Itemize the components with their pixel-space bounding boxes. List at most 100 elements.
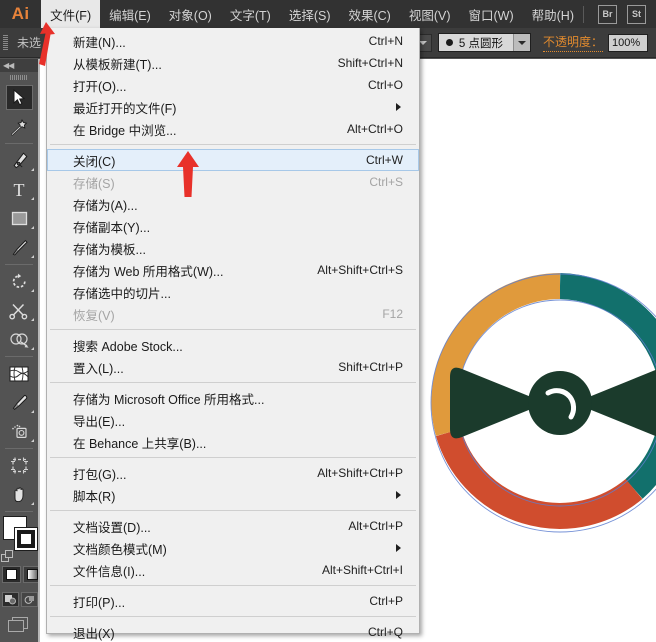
menu-object[interactable]: 对象(O) — [160, 0, 221, 28]
menu-separator — [50, 585, 416, 586]
menu-item-label: 存储(S) — [73, 176, 115, 191]
menu-item-label: 导出(E)... — [73, 414, 126, 429]
menu-bar-divider — [583, 5, 584, 23]
menu-file[interactable]: 文件(F) — [41, 0, 101, 28]
menu-item-shortcut: Ctrl+W — [366, 153, 403, 167]
menu-item-shortcut: F12 — [382, 307, 403, 321]
menu-item-export[interactable]: 导出(E)... — [47, 409, 419, 431]
screen-mode-button[interactable] — [0, 617, 38, 633]
tool-flyout-indicator — [31, 226, 34, 229]
magic-wand-tool[interactable] — [0, 112, 38, 141]
color-mode-button[interactable] — [2, 566, 21, 583]
menu-item-open-recent[interactable]: 最近打开的文件(F) — [47, 96, 419, 118]
menu-separator — [50, 382, 416, 383]
artboard-icon — [6, 453, 33, 478]
menu-window[interactable]: 窗口(W) — [460, 0, 523, 28]
rotate-tool[interactable] — [0, 267, 38, 296]
menu-effect[interactable]: 效果(C) — [339, 0, 399, 28]
stroke-swatch[interactable] — [14, 527, 38, 551]
menu-item-save-a-copy[interactable]: 存储副本(Y)... — [47, 215, 419, 237]
menu-item-save-for-web[interactable]: 存储为 Web 所用格式(W)... Alt+Shift+Ctrl+S — [47, 259, 419, 281]
swap-fill-stroke-icon[interactable] — [1, 550, 15, 564]
type-tool[interactable]: T — [0, 175, 38, 204]
menu-item-shortcut: Alt+Shift+Ctrl+S — [317, 263, 403, 277]
menu-item-file-info[interactable]: 文件信息(I)... Alt+Shift+Ctrl+I — [47, 559, 419, 581]
paintbrush-icon — [6, 235, 33, 260]
app-logo: Ai — [11, 4, 30, 23]
rectangle-tool[interactable] — [0, 204, 38, 233]
bridge-button[interactable]: Br — [598, 4, 617, 24]
file-menu-dropdown[interactable]: 新建(N)... Ctrl+N 从模板新建(T)... Shift+Ctrl+N… — [46, 28, 420, 641]
menu-item-save-selected-slices[interactable]: 存储选中的切片... — [47, 281, 419, 303]
menu-item-label: 打印(P)... — [73, 595, 126, 610]
menu-view[interactable]: 视图(V) — [400, 0, 460, 28]
artboard-tool[interactable] — [0, 451, 38, 480]
menu-item-label: 文件信息(I)... — [73, 564, 146, 579]
draw-normal-button[interactable] — [2, 592, 19, 607]
opacity-input[interactable]: 100% — [608, 33, 648, 52]
menu-select[interactable]: 选择(S) — [280, 0, 340, 28]
menu-item-new[interactable]: 新建(N)... Ctrl+N — [47, 30, 419, 52]
menu-help[interactable]: 帮助(H) — [523, 0, 583, 28]
brush-definition-dropdown[interactable]: 5 点圆形 — [437, 33, 531, 52]
stock-button[interactable]: St — [627, 4, 646, 24]
tools-panel-grip[interactable] — [0, 72, 38, 83]
selection-tool[interactable] — [0, 83, 38, 112]
menu-item-label: 存储为模板... — [73, 242, 146, 257]
menu-item-place[interactable]: 置入(L)... Shift+Ctrl+P — [47, 356, 419, 378]
shape-builder-tool[interactable] — [0, 325, 38, 354]
control-bar-grip[interactable] — [0, 28, 10, 58]
tools-panel-collapse-button[interactable]: ◀◀ — [0, 59, 38, 72]
rectangle-icon — [6, 206, 33, 231]
menu-item-browse-in-bridge[interactable]: 在 Bridge 中浏览... Alt+Ctrl+O — [47, 118, 419, 140]
menu-item-print[interactable]: 打印(P)... Ctrl+P — [47, 590, 419, 612]
menu-item-save: 存储(S) Ctrl+S — [47, 171, 419, 193]
tools-divider — [5, 143, 33, 144]
mesh-grid-icon — [6, 361, 33, 386]
menu-item-open[interactable]: 打开(O)... Ctrl+O — [47, 74, 419, 96]
mesh-tool[interactable] — [0, 359, 38, 388]
menu-item-close[interactable]: 关闭(C) Ctrl+W — [47, 149, 419, 171]
hand-tool[interactable] — [0, 480, 38, 509]
menu-item-document-setup[interactable]: 文档设置(D)... Alt+Ctrl+P — [47, 515, 419, 537]
menu-item-label: 在 Behance 上共享(B)... — [73, 436, 207, 451]
fill-mode-buttons — [2, 566, 42, 583]
menu-item-scripts[interactable]: 脚本(R) — [47, 484, 419, 506]
menu-type[interactable]: 文字(T) — [221, 0, 280, 28]
menu-item-shortcut: Ctrl+S — [369, 175, 403, 189]
menu-separator — [50, 457, 416, 458]
menu-item-new-from-template[interactable]: 从模板新建(T)... Shift+Ctrl+N — [47, 52, 419, 74]
tool-flyout-indicator — [31, 439, 34, 442]
menu-item-search-adobe-stock[interactable]: 搜索 Adobe Stock... — [47, 334, 419, 356]
menu-item-save-as[interactable]: 存储为(A)... — [47, 193, 419, 215]
eyedropper-tool[interactable] — [0, 388, 38, 417]
menu-item-save-as-template[interactable]: 存储为模板... — [47, 237, 419, 259]
bowtie-shape — [450, 367, 656, 439]
menu-item-label: 文档设置(D)... — [73, 520, 151, 535]
pen-tool[interactable] — [0, 146, 38, 175]
menu-item-exit[interactable]: 退出(X) Ctrl+Q — [47, 621, 419, 642]
menu-select-label: 选择(S) — [288, 8, 331, 23]
menu-item-label: 搜索 Adobe Stock... — [73, 339, 183, 354]
svg-text:T: T — [14, 180, 25, 199]
paintbrush-tool[interactable] — [0, 233, 38, 262]
brush-dropdown-arrow[interactable] — [512, 34, 530, 51]
draw-behind-button[interactable] — [21, 592, 38, 607]
menu-item-label: 退出(X) — [73, 626, 115, 641]
menu-edit[interactable]: 编辑(E) — [100, 0, 160, 28]
artwork-bowtie-donut[interactable] — [422, 264, 656, 542]
blend-tool[interactable] — [0, 417, 38, 446]
menu-item-document-color-mode[interactable]: 文档颜色模式(M) — [47, 537, 419, 559]
menu-item-share-on-behance[interactable]: 在 Behance 上共享(B)... — [47, 431, 419, 453]
menu-item-save-for-microsoft-office[interactable]: 存储为 Microsoft Office 所用格式... — [47, 387, 419, 409]
menu-item-shortcut: Ctrl+O — [367, 78, 403, 92]
brush-dot-icon — [445, 39, 453, 46]
menu-item-package[interactable]: 打包(G)... Alt+Shift+Ctrl+P — [47, 462, 419, 484]
menu-separator — [50, 616, 416, 617]
menu-item-label: 存储选中的切片... — [73, 286, 171, 301]
tool-flyout-indicator — [31, 168, 34, 171]
scissors-tool[interactable] — [0, 296, 38, 325]
fill-stroke-controls — [0, 516, 42, 583]
opacity-label[interactable]: 不透明度： — [542, 33, 603, 52]
menu-item-label: 打开(O)... — [73, 79, 127, 94]
